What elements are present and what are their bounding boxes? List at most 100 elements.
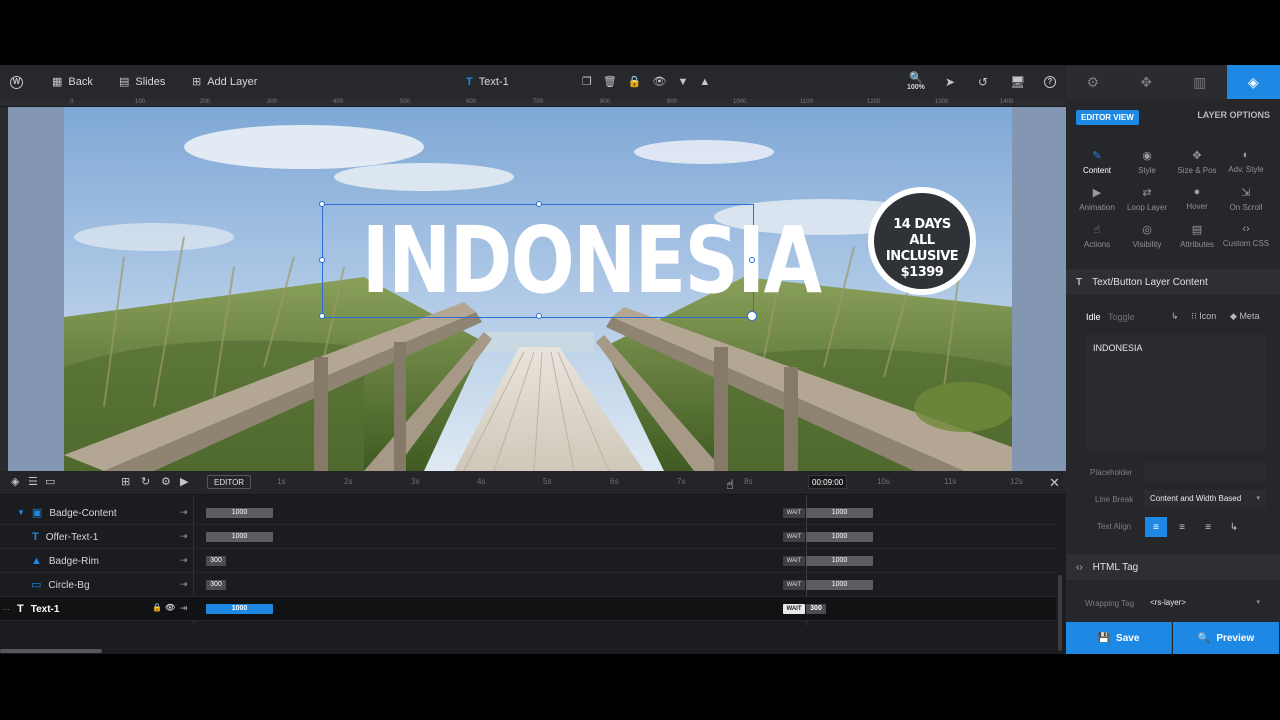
vertical-scrollbar[interactable] [1058, 575, 1062, 651]
option-hover[interactable]: ● Hover [1172, 186, 1222, 211]
visibility-icon[interactable]: 👁 [653, 76, 667, 88]
option-animation[interactable]: ▶ Animation [1072, 186, 1122, 212]
horizontal-scrollbar[interactable] [0, 649, 102, 653]
tab-idle[interactable]: Idle [1086, 312, 1101, 322]
play-icon[interactable]: ▶ [180, 477, 188, 488]
save-button[interactable]: 💾 Save [1066, 622, 1172, 654]
lock-icon[interactable]: 🔒 [152, 604, 162, 612]
select-tool[interactable]: ➤ [945, 65, 955, 99]
in-animation-bar[interactable]: 300 [206, 556, 226, 566]
layers-icon[interactable]: ◈ [11, 477, 19, 488]
timeline-row-selected[interactable]: ··· T Text-1 🔒 👁 ⇥ 1000 WAIT 300 [0, 597, 1056, 621]
align-left-button[interactable]: ≡ [1145, 517, 1167, 537]
option-loop-layer[interactable]: ⇄ Loop Layer [1122, 186, 1172, 212]
resize-handle[interactable] [536, 313, 542, 319]
tab-slides[interactable]: ▥ [1173, 65, 1227, 99]
align-right-button[interactable]: ≡ [1197, 517, 1219, 537]
in-animation-bar[interactable]: 1000 [206, 508, 273, 518]
tab-navigation[interactable]: ✥ [1120, 65, 1174, 99]
option-size-pos[interactable]: ✥ Size & Pos [1172, 149, 1222, 175]
arrow-right-icon[interactable]: ⇥ [180, 507, 188, 518]
settings-icon[interactable]: ⚙ [161, 477, 171, 488]
lock-icon[interactable]: 🔒 [628, 76, 642, 88]
resize-handle[interactable] [536, 201, 542, 207]
section-layer-content[interactable]: T Text/Button Layer Content [1066, 269, 1280, 295]
tab-settings[interactable]: ⚙ [1066, 65, 1120, 99]
out-animation-bar[interactable]: 1000 [806, 556, 873, 566]
timeline-row[interactable]: ▭ Circle-Bg ⇥ 300 WAIT 1000 [0, 573, 1056, 597]
option-visibility[interactable]: ◎ Visibility [1122, 223, 1172, 249]
search-icon: 🔍 [1197, 632, 1211, 644]
slides-button[interactable]: ▤ Slides [119, 65, 165, 99]
resize-handle[interactable] [319, 201, 325, 207]
timeline-row[interactable]: ▼ ▣ Badge-Content ⇥ 1000 WAIT 1000 [0, 501, 1056, 525]
loop-icon[interactable]: ↻ [141, 477, 150, 488]
align-toggle-button[interactable]: ↳ [1223, 517, 1245, 537]
selected-text-layer[interactable]: INDONESIA [319, 201, 822, 321]
ruler-tick: 0 [70, 99, 74, 105]
timeline-row[interactable]: T Offer-Text-1 ⇥ 1000 WAIT 1000 [0, 525, 1056, 549]
out-animation-bar[interactable]: 1000 [806, 580, 873, 590]
offer-badge[interactable]: 14 DAYS ALL INCLUSIVE $1399 [868, 187, 976, 295]
arrow-right-icon[interactable]: ⇥ [180, 555, 188, 566]
in-animation-bar[interactable]: 300 [206, 580, 226, 590]
tab-layers[interactable]: ◈ [1226, 65, 1280, 99]
selected-layer-name[interactable]: T Text-1 [466, 65, 509, 99]
wrapping-tag-select[interactable]: <rs-layer> ▾ [1144, 594, 1266, 612]
option-attributes[interactable]: ▤ Attributes [1172, 223, 1222, 249]
option-custom-css[interactable]: ‹› Custom CSS [1221, 223, 1271, 248]
layer-content-textarea[interactable]: INDONESIA [1086, 335, 1266, 451]
undo-button[interactable]: ↺ [978, 65, 988, 99]
folder-icon[interactable]: ▭ [45, 477, 55, 488]
in-animation-bar[interactable]: 1000 [206, 604, 273, 614]
badge-days: 14 DAYS [893, 217, 951, 232]
mouse-icon: ● [1193, 186, 1201, 198]
close-icon[interactable]: ✕ [1049, 476, 1060, 489]
out-animation-bar[interactable]: 1000 [806, 508, 873, 518]
line-break-select[interactable]: Content and Width Based ▾ [1144, 490, 1266, 508]
chevron-down-icon[interactable]: ▼ [678, 76, 689, 88]
align-center-button[interactable]: ≡ [1171, 517, 1193, 537]
device-button[interactable]: 🖥 [1010, 65, 1025, 99]
add-layer-button[interactable]: ⊞ Add Layer [192, 65, 257, 99]
arrow-right-icon[interactable]: ⇥ [180, 603, 188, 614]
out-animation-bar[interactable]: 300 [806, 604, 826, 614]
resize-handle[interactable] [319, 313, 325, 319]
link-icon[interactable]: ↳ [1171, 311, 1179, 322]
icon-button[interactable]: ⁝⁝ Icon [1191, 311, 1216, 322]
option-adv-style[interactable]: ◐ Adv. Style [1221, 149, 1271, 174]
scale-handle[interactable] [747, 311, 757, 321]
resize-handle[interactable] [319, 257, 325, 263]
wordpress-button[interactable]: W [10, 65, 23, 99]
editor-button[interactable]: EDITOR [207, 475, 252, 489]
snap-icon[interactable]: ⊞ [121, 477, 130, 488]
visibility-icon[interactable]: 👁 [165, 604, 175, 612]
slide-canvas[interactable]: 14 DAYS ALL INCLUSIVE $1399 INDONESIA [8, 107, 1066, 471]
duplicate-icon[interactable]: ❐ [582, 76, 592, 88]
list-icon[interactable]: ☰ [28, 477, 38, 488]
drag-handle-icon[interactable]: ··· [2, 605, 10, 614]
zoom-control[interactable]: 🔍 100% [907, 65, 925, 99]
arrow-right-icon[interactable]: ⇥ [180, 531, 188, 542]
in-animation-bar[interactable]: 1000 [206, 532, 273, 542]
caret-down-icon[interactable]: ▼ [17, 509, 25, 517]
tab-toggle[interactable]: Toggle [1108, 312, 1135, 322]
delete-icon[interactable]: 🗑 [603, 76, 617, 88]
preview-button[interactable]: 🔍 Preview [1173, 622, 1279, 654]
resize-handle[interactable] [749, 257, 755, 263]
option-on-scroll[interactable]: ⇲ On Scroll [1221, 186, 1271, 212]
editor-view-badge[interactable]: EDITOR VIEW [1076, 110, 1139, 125]
option-actions[interactable]: ☝ Actions [1072, 223, 1122, 249]
help-button[interactable]: ? [1044, 65, 1056, 99]
section-html-tag[interactable]: ‹› HTML Tag [1066, 554, 1280, 580]
chevron-up-icon[interactable]: ▲ [699, 76, 710, 88]
option-style[interactable]: ◉ Style [1122, 149, 1172, 175]
back-button[interactable]: ▦ Back [52, 65, 93, 99]
timeline-row[interactable]: ▲ Badge-Rim ⇥ 300 WAIT 1000 [0, 549, 1056, 573]
placeholder-field[interactable] [1144, 463, 1266, 481]
out-animation-bar[interactable]: 1000 [806, 532, 873, 542]
text-icon: T [1076, 276, 1083, 288]
meta-button[interactable]: ◆ Meta [1230, 311, 1259, 322]
option-content[interactable]: ✎ Content [1072, 149, 1122, 175]
arrow-right-icon[interactable]: ⇥ [180, 579, 188, 590]
